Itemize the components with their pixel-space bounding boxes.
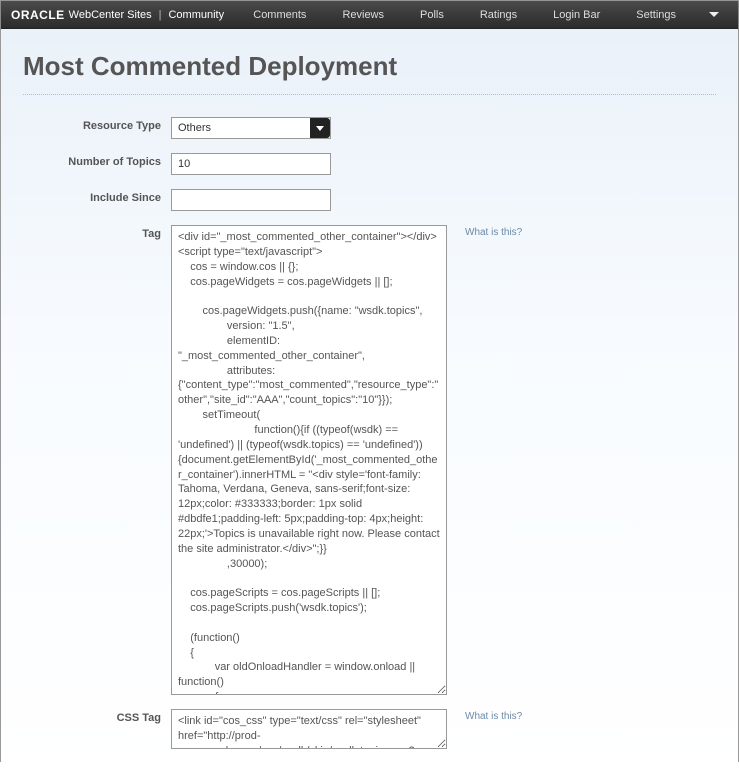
- label-number-of-topics: Number of Topics: [23, 153, 171, 168]
- top-bar: ORACLE WebCenter Sites | Community Comme…: [1, 1, 738, 29]
- row-include-since: Include Since: [23, 189, 716, 211]
- row-css-tag: CSS Tag What is this?: [23, 709, 716, 749]
- form: Resource Type Others Number of Topics In…: [23, 117, 716, 759]
- expand-toggle[interactable]: [700, 1, 728, 28]
- nav-settings[interactable]: Settings: [618, 1, 694, 28]
- divider: [23, 94, 716, 95]
- include-since-input[interactable]: [171, 189, 331, 211]
- brand-product: WebCenter Sites: [69, 9, 152, 21]
- content-area: Most Commented Deployment Resource Type …: [1, 29, 738, 775]
- resource-type-dropdown-button[interactable]: [310, 118, 330, 138]
- label-css-tag: CSS Tag: [23, 709, 171, 724]
- page-title: Most Commented Deployment: [23, 51, 716, 82]
- row-resource-type: Resource Type Others: [23, 117, 716, 139]
- chevron-down-icon: [316, 126, 324, 131]
- nav-reviews[interactable]: Reviews: [324, 1, 402, 28]
- brand-section: Community: [168, 9, 224, 21]
- brand-sep: |: [159, 9, 162, 21]
- chevron-down-icon: [709, 12, 719, 17]
- number-of-topics-input[interactable]: [171, 153, 331, 175]
- top-nav: Comments Reviews Polls Ratings Login Bar…: [235, 1, 728, 28]
- row-tag: Tag What is this?: [23, 225, 716, 695]
- brand-block: ORACLE WebCenter Sites | Community: [11, 8, 224, 22]
- tag-textarea[interactable]: [171, 225, 447, 695]
- nav-login-bar[interactable]: Login Bar: [535, 1, 618, 28]
- label-tag: Tag: [23, 225, 171, 240]
- resource-type-select[interactable]: Others: [171, 117, 331, 139]
- resource-type-value: Others: [172, 122, 310, 134]
- row-number-of-topics: Number of Topics: [23, 153, 716, 175]
- css-tag-hint-link[interactable]: What is this?: [465, 709, 522, 722]
- css-tag-textarea[interactable]: [171, 709, 447, 749]
- nav-ratings[interactable]: Ratings: [462, 1, 535, 28]
- nav-polls[interactable]: Polls: [402, 1, 462, 28]
- label-resource-type: Resource Type: [23, 117, 171, 132]
- brand-company: ORACLE: [11, 8, 65, 22]
- tag-hint-link[interactable]: What is this?: [465, 225, 522, 238]
- nav-comments[interactable]: Comments: [235, 1, 324, 28]
- label-include-since: Include Since: [23, 189, 171, 204]
